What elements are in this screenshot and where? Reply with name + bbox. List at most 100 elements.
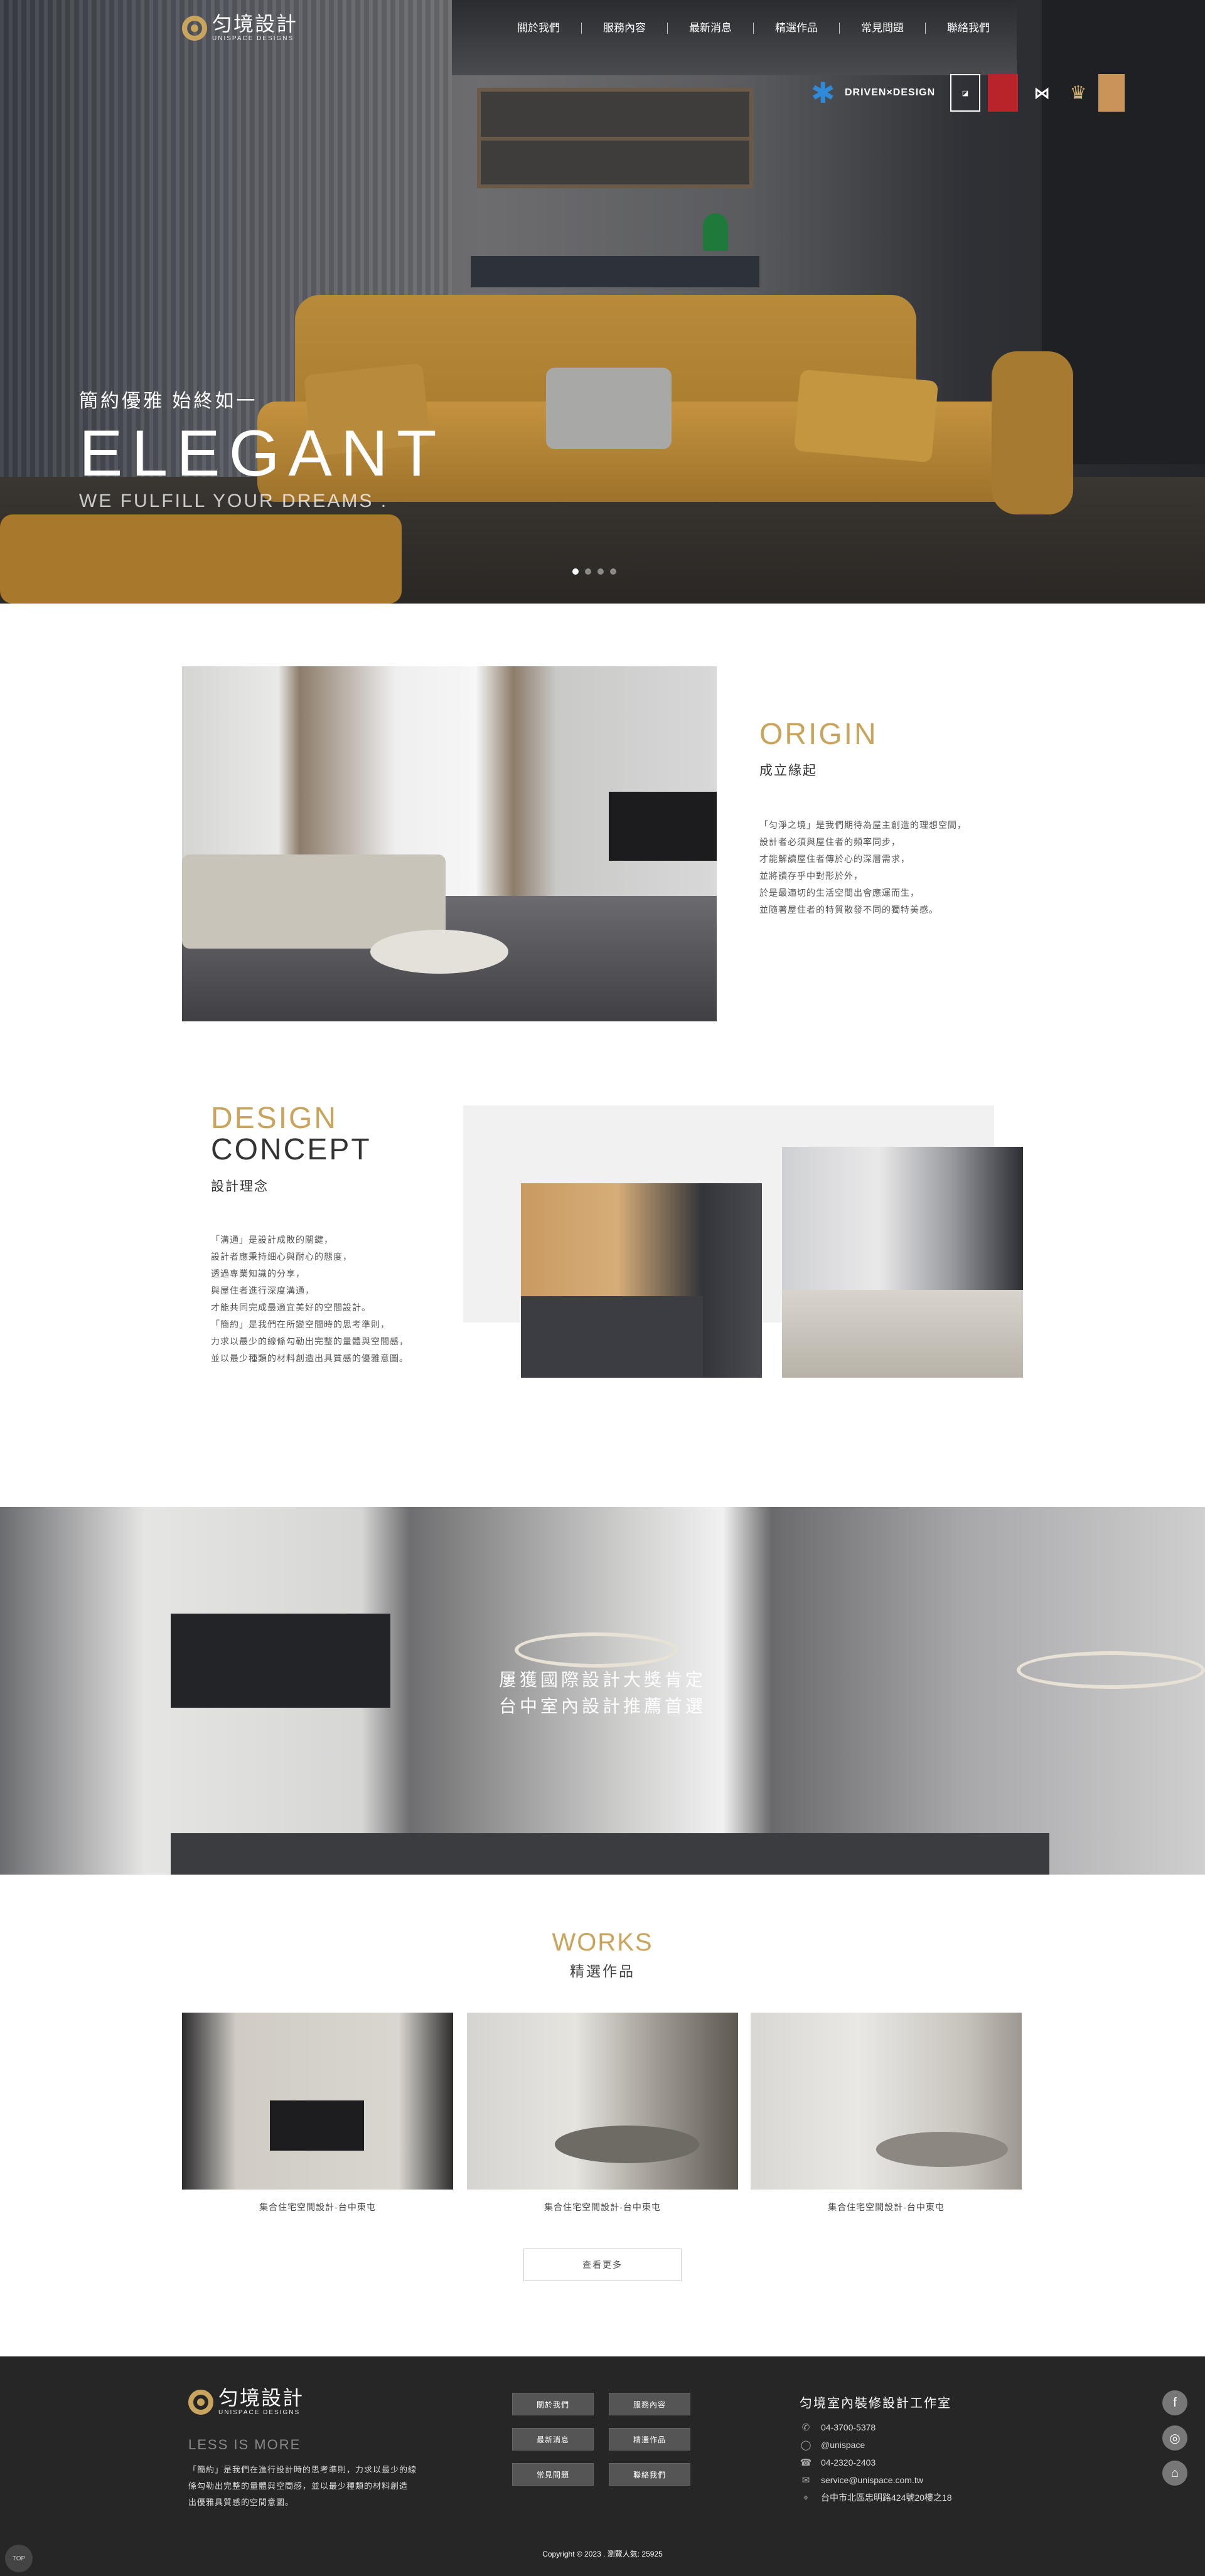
work-caption[interactable]: 集合住宅空間設計-台中東屯 <box>182 2201 453 2213</box>
facebook-icon[interactable]: f <box>1162 2390 1187 2415</box>
map-icon[interactable]: ⌂ <box>1162 2461 1187 2486</box>
footer-intro: 「簡約」是我們在進行設計時的思考準則，力求以最少的線 條勾勒出完整的量體與空間感… <box>188 2462 446 2511</box>
nav-faq[interactable]: 常見問題 <box>840 23 926 34</box>
award-logo-gold-icon: ♛ <box>1069 82 1087 104</box>
footer-link-contact[interactable]: 聯絡我們 <box>609 2463 690 2486</box>
origin-section: ORIGIN 成立緣起 「匀淨之境」是我們期待為屋主創造的理想空間， 設計者必須… <box>0 604 1205 1055</box>
slider-dot[interactable] <box>610 568 616 575</box>
works-heading: WORKS <box>552 1929 653 1956</box>
work-thumbnail[interactable] <box>182 2013 453 2190</box>
work-card[interactable]: 集合住宅空間設計-台中東屯 <box>751 2013 1022 2213</box>
line-icon: ◯ <box>800 2440 811 2451</box>
footer-slogan: LESS IS MORE <box>188 2437 301 2452</box>
fax-icon: ☎ <box>800 2457 812 2468</box>
phone-icon: ✆ <box>801 2422 810 2433</box>
back-to-top-button[interactable]: TOP <box>5 2545 33 2572</box>
origin-line: 「匀淨之境」是我們期待為屋主創造的理想空間， <box>759 820 967 831</box>
slider-dot[interactable] <box>572 568 579 575</box>
concept-line: 力求以最少的線條勾勒出完整的量體與空間感， <box>211 1336 409 1346</box>
hero-pillow <box>546 368 672 449</box>
contact-email-text: service@unispace.com.tw <box>821 2475 923 2485</box>
origin-line: 並隨著屋住者的特質散發不同的獨特美感。 <box>759 905 938 915</box>
work-thumbnail[interactable] <box>751 2013 1022 2190</box>
contact-line-text: @unispace <box>821 2440 865 2450</box>
hero-title-en: ELEGANT <box>79 417 446 490</box>
origin-line: 才能解讀屋住者傳於心的深層需求， <box>759 854 910 865</box>
contact-address-text: 台中市北區忠明路424號20樓之18 <box>821 2493 952 2503</box>
concept-line: 設計者應秉持細心與耐心的態度， <box>211 1251 352 1262</box>
work-card[interactable]: 集合住宅空間設計-台中東屯 <box>467 2013 738 2213</box>
hero-ceiling <box>452 0 1017 75</box>
contact-line[interactable]: ◯ @unispace <box>800 2436 952 2454</box>
footer-link-about[interactable]: 關於我們 <box>512 2393 594 2415</box>
contact-phone[interactable]: ✆ 04-3700-5378 <box>800 2419 952 2436</box>
award-banner: 屢獲國際設計大獎肯定 台中室內設計推薦首選 <box>0 1507 1205 1875</box>
footer-intro-line: 出優雅具質感的空間意圖。 <box>188 2498 294 2507</box>
concept-subheading: 設計理念 <box>211 1179 269 1194</box>
footer-link-faq[interactable]: 常見問題 <box>512 2463 594 2486</box>
view-more-button[interactable]: 查看更多 <box>523 2249 682 2281</box>
banner-caption: 屢獲國際設計大獎肯定 台中室內設計推薦首選 <box>0 1668 1205 1720</box>
work-thumbnail[interactable] <box>467 2013 738 2190</box>
logo-subtitle: UNISPACE DESIGNS <box>218 2409 301 2416</box>
nav-services[interactable]: 服務內容 <box>582 23 668 34</box>
origin-line: 於是最適切的生活空間出會應運而生， <box>759 888 919 898</box>
concept-line: 才能共同完成最適宜美好的空間設計。 <box>211 1302 371 1312</box>
contact-address[interactable]: ⌖ 台中市北區忠明路424號20樓之18 <box>800 2489 952 2506</box>
concept-section: DESIGN CONCEPT 設計理念 「溝通」是設計成敗的關鍵， 設計者應秉持… <box>0 1055 1205 1507</box>
nav-works[interactable]: 精選作品 <box>754 23 840 34</box>
footer-link-news[interactable]: 最新消息 <box>512 2428 594 2451</box>
origin-subheading: 成立緣起 <box>759 764 817 779</box>
award-label: DRIVEN×DESIGN <box>845 87 936 98</box>
award-logo-red-icon <box>988 74 1018 112</box>
slider-dots <box>572 568 616 575</box>
slider-dot[interactable] <box>597 568 604 575</box>
work-caption[interactable]: 集合住宅空間設計-台中東屯 <box>751 2201 1022 2213</box>
nav-contact[interactable]: 聯絡我們 <box>926 23 1011 34</box>
work-card[interactable]: 集合住宅空間設計-台中東屯 <box>182 2013 453 2213</box>
line-icon[interactable]: ◎ <box>1162 2425 1187 2451</box>
origin-photo <box>182 666 717 1021</box>
works-section: WORKS 精選作品 集合住宅空間設計-台中東屯 集合住宅空間設計-台中東屯 集… <box>0 1875 1205 2356</box>
contact-fax: ☎ 04-2320-2403 <box>800 2454 952 2471</box>
origin-line: 設計者必須與屋住者的頻率同步， <box>759 837 901 848</box>
banner-line-2: 台中室內設計推薦首選 <box>498 1697 706 1716</box>
award-logos: ✱ DRIVEN×DESIGN ◪ ⋈ ♛ <box>811 74 1125 112</box>
nav-about[interactable]: 關於我們 <box>496 23 582 34</box>
footer-logo[interactable]: 匀境設計 UNISPACE DESIGNS <box>188 2388 304 2416</box>
concept-line: 與屋住者進行深度溝通， <box>211 1285 314 1296</box>
location-icon: ⌖ <box>803 2492 809 2503</box>
concept-line: 並以最少種類的材料創造出具質感的優雅意圖。 <box>211 1353 409 1363</box>
concept-heading-2: CONCEPT <box>211 1133 372 1167</box>
slider-dot[interactable] <box>585 568 591 575</box>
footer-nav: 關於我們 服務內容 最新消息 精選作品 常見問題 聯絡我們 <box>512 2393 690 2486</box>
logo-icon <box>188 2389 213 2415</box>
origin-line: 並將讀存乎中對形於外， <box>759 871 863 881</box>
footer-link-services[interactable]: 服務內容 <box>609 2393 690 2415</box>
hero-title: 簡約優雅 始終如一 ELEGANT WE FULFILL YOUR DREAMS… <box>79 385 445 512</box>
mail-icon: ✉ <box>801 2475 810 2486</box>
contact-phone-text: 04-3700-5378 <box>821 2422 876 2432</box>
contact-title: 匀境室內裝修設計工作室 <box>800 2397 951 2410</box>
concept-line: 「溝通」是設計成敗的關鍵， <box>211 1234 333 1245</box>
concept-line: 「簡約」是我們在所變空間時的思考準則， <box>211 1319 390 1329</box>
nav-news[interactable]: 最新消息 <box>668 23 754 34</box>
social-links: f ◎ ⌂ <box>1162 2390 1187 2486</box>
logo-icon <box>182 15 207 41</box>
design-award-figure-icon: ✱ <box>811 77 835 109</box>
work-caption[interactable]: 集合住宅空間設計-台中東屯 <box>467 2201 738 2213</box>
origin-heading: ORIGIN <box>759 718 878 751</box>
works-subheading: 精選作品 <box>570 1963 635 1979</box>
hero-chaise <box>0 514 402 604</box>
hero-banner: 匀境設計 UNISPACE DESIGNS 關於我們 服務內容 最新消息 精選作… <box>0 0 1205 604</box>
hero-pillow <box>793 369 939 463</box>
footer-contact: 匀境室內裝修設計工作室 ✆ 04-3700-5378 ◯ @unispace ☎… <box>800 2393 952 2506</box>
footer-link-works[interactable]: 精選作品 <box>609 2428 690 2451</box>
hero-sofa-arm <box>992 351 1073 514</box>
hero-bookshelf <box>477 88 753 188</box>
hero-cabinet <box>471 256 759 287</box>
site-logo[interactable]: 匀境設計 UNISPACE DESIGNS <box>182 14 297 42</box>
contact-email[interactable]: ✉ service@unispace.com.tw <box>800 2471 952 2489</box>
works-header: WORKS 精選作品 <box>0 1929 1205 1981</box>
footer-intro-line: 條勾勒出完整的量體與空間感，並以最少種類的材料創造 <box>188 2481 409 2491</box>
